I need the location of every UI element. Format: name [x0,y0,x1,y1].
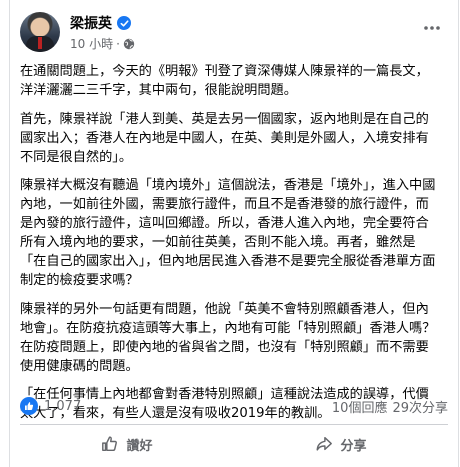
like-button-label: 讚好 [126,438,153,454]
verified-icon [117,16,131,30]
globe-icon[interactable] [123,38,135,50]
post-body: 在通關問題上，今天的《明報》刊登了資深傳媒人陳景祥的一篇長文，洋洋灑灑二三千字，… [20,62,438,433]
share-button-label: 分享 [340,438,367,454]
stats-right: 10個回應 29次分享 [332,397,448,416]
like-button[interactable]: 讚好 [20,428,234,460]
post-actions: 讚好 分享 [20,428,448,460]
share-button[interactable]: 分享 [234,428,448,460]
divider [20,424,448,425]
shares-count[interactable]: 29次分享 [392,397,448,416]
post-stats: 1,077 10個回應 29次分享 [20,394,448,418]
post-meta: 10 小時 · [70,35,135,52]
more-icon[interactable] [420,16,444,40]
post-paragraph: 陳景祥的另外一句話更有問題，他說「英美不會特別照顧香港人，但內地會」。在防疫抗疫… [20,301,436,374]
comments-count[interactable]: 10個回應 [332,397,388,416]
post-paragraph: 在通關問題上，今天的《明報》刊登了資深傳媒人陳景祥的一篇長文，洋洋灑灑二三千字，… [20,64,429,98]
author-name[interactable]: 梁振英 [70,13,112,33]
post-paragraph: 陳景祥大概沒有聽過「境內境外」這個說法，香港是「境外」，進入中國內地，一如前往外… [20,178,436,288]
meta-separator: · [116,36,120,51]
thumbs-up-icon [102,436,118,452]
likes-count[interactable]: 1,077 [44,399,81,414]
facebook-post: 梁振英 10 小時 · 在通關問題上，今天的《明報》刊登了資深傳媒人陳景祥的一篇… [9,0,459,467]
share-icon [317,436,333,451]
avatar-tie [38,37,42,49]
post-paragraph: 首先，陳景祥說「港人到美、英是去另一個國家，返內地則是在自己的國家出入；香港人在… [20,111,429,165]
post-header: 梁振英 10 小時 · [20,12,448,56]
avatar[interactable] [20,12,60,52]
post-timestamp[interactable]: 10 小時 [70,35,113,52]
author-row: 梁振英 [70,14,131,32]
like-reaction-icon[interactable] [20,397,38,415]
